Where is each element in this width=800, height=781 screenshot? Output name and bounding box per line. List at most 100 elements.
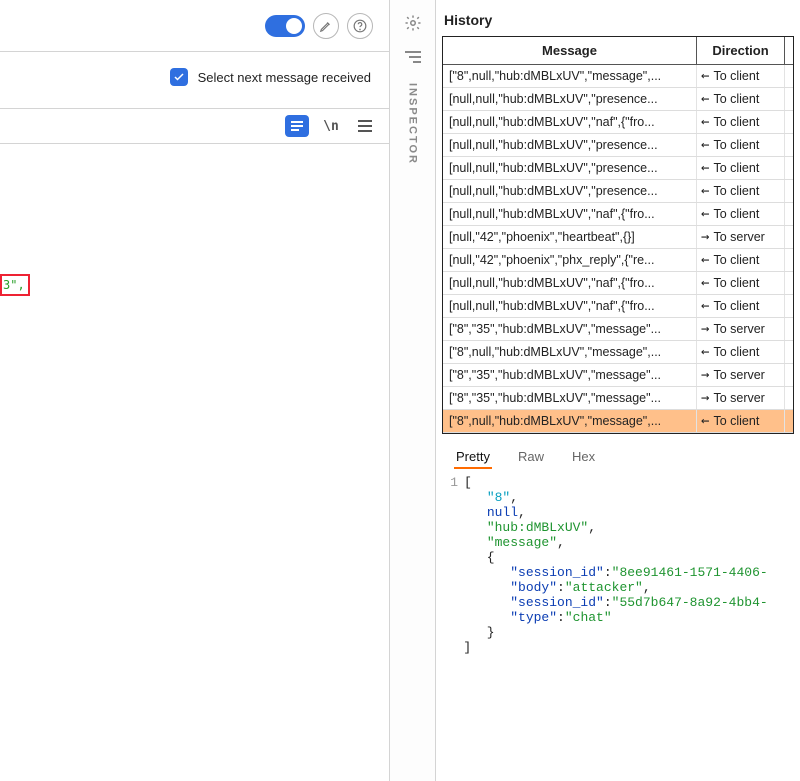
tab-pretty[interactable]: Pretty (454, 446, 492, 469)
table-row[interactable]: [null,null,"hub:dMBLxUV","naf",{"fro...←… (443, 295, 793, 318)
json-key: "body" (510, 580, 557, 595)
format-button[interactable] (285, 115, 309, 137)
table-row[interactable]: [null,null,"hub:dMBLxUV","naf",{"fro...←… (443, 111, 793, 134)
cell-extra (785, 226, 793, 248)
direction-text: To client (713, 92, 759, 106)
direction-text: To client (713, 207, 759, 221)
list-icon[interactable] (405, 51, 421, 63)
cell-extra (785, 88, 793, 110)
col-extra[interactable]: M (785, 37, 794, 64)
cell-extra (785, 180, 793, 202)
arrow-left-icon: ← (701, 138, 709, 152)
table-header: Message Direction M (443, 37, 793, 65)
arrow-left-icon: ← (701, 184, 709, 198)
cell-message: ["8",null,"hub:dMBLxUV","message",... (443, 341, 697, 363)
direction-text: To server (713, 230, 764, 244)
history-title: History (436, 0, 800, 36)
cell-direction: ←To client (697, 134, 785, 156)
table-row[interactable]: [null,null,"hub:dMBLxUV","presence... ← To… (443, 88, 793, 111)
top-controls (0, 0, 389, 52)
edit-icon[interactable] (313, 13, 339, 39)
select-next-checkbox[interactable] (170, 68, 188, 86)
table-row[interactable]: [null,null,"hub:dMBLxUV","naf",{"fro...←… (443, 272, 793, 295)
cell-direction: ←To client (697, 180, 785, 202)
table-row[interactable]: [null,null,"hub:dMBLxUV","presence...←To… (443, 180, 793, 203)
left-body: 3", (0, 144, 389, 781)
cell-extra (785, 364, 793, 386)
cell-extra (785, 410, 793, 432)
cell-direction: → To server (697, 387, 785, 409)
json-key: "session_id" (510, 565, 604, 580)
direction-text: To client (713, 345, 759, 359)
table-row[interactable]: ["8","35","hub:dMBLxUV","message"...→To … (443, 318, 793, 341)
gear-icon[interactable] (404, 14, 422, 35)
table-row[interactable]: ["8",null,"hub:dMBLxUV","message",...←To… (443, 65, 793, 88)
cell-direction: ←To client (697, 65, 785, 87)
json-value: "8ee91461-1571-4406- (612, 565, 768, 580)
table-row[interactable]: [null,"42","phoenix","heartbeat",{}]→To … (443, 226, 793, 249)
cell-message: [null,null,"hub:dMBLxUV","presence... (443, 88, 697, 110)
arrow-left-icon: ← (701, 207, 709, 221)
arrow-left-icon: ← (701, 276, 709, 290)
cell-message: [null,"42","phoenix","phx_reply",{"re... (443, 249, 697, 271)
cell-message: [null,null,"hub:dMBLxUV","naf",{"fro... (443, 111, 697, 133)
arrow-left-icon: ← (701, 414, 709, 428)
cell-message: [null,null,"hub:dMBLxUV","presence... (443, 180, 697, 202)
table-row[interactable]: [null,null,"hub:dMBLxUV","presence...←To… (443, 157, 793, 180)
intercept-toggle[interactable] (265, 15, 305, 37)
table-row[interactable]: [null,"42","phoenix","phx_reply",{"re...… (443, 249, 793, 272)
cell-extra (785, 318, 793, 340)
table-row[interactable]: ["8","35","hub:dMBLxUV","message"... → To … (443, 364, 793, 387)
arrow-left-icon: ← (701, 253, 709, 267)
right-panel: History Message Direction M ["8",null,"h… (436, 0, 800, 781)
arrow-left-icon: ← (701, 345, 709, 359)
cell-extra (785, 249, 793, 271)
table-row[interactable]: ["8",null,"hub:dMBLxUV","message",...←To… (443, 410, 793, 433)
json-value: "attacker" (565, 580, 643, 595)
direction-text: To server (713, 391, 764, 405)
table-body: ["8",null,"hub:dMBLxUV","message",... ← To… (443, 65, 793, 433)
tab-hex[interactable]: Hex (570, 446, 597, 469)
table-row[interactable]: ["8","35","hub:dMBLxUV","message"... → To … (443, 387, 793, 410)
json-key: "type" (510, 610, 557, 625)
table-row[interactable]: ["8",null,"hub:dMBLxUV","message",... ← To… (443, 341, 793, 364)
history-table: Message Direction M ["8",null,"hub:dMBLx… (442, 36, 794, 434)
arrow-right-icon: → (701, 391, 709, 405)
cell-message: [null,null,"hub:dMBLxUV","naf",{"fro... (443, 272, 697, 294)
json-key: "session_id" (510, 595, 604, 610)
newline-icon[interactable]: \n (319, 115, 343, 137)
payload-viewer[interactable]: 1[ "8", null, "hub:dMBLxUV", "message", … (436, 469, 800, 655)
tab-raw[interactable]: Raw (516, 446, 546, 469)
select-next-row: Select next message received (0, 52, 389, 109)
direction-text: To server (713, 322, 764, 336)
table-row[interactable]: [null,null,"hub:dMBLxUV","presence...←To… (443, 134, 793, 157)
help-icon[interactable] (347, 13, 373, 39)
cell-direction: → To server (697, 364, 785, 386)
json-value: "hub:dMBLxUV" (487, 520, 588, 535)
cell-direction: ← To client (697, 272, 785, 294)
menu-icon[interactable] (353, 115, 377, 137)
cell-extra (785, 295, 793, 317)
arrow-left-icon: ← (701, 92, 709, 106)
cell-direction: ← To client (697, 341, 785, 363)
table-row[interactable]: [null,null,"hub:dMBLxUV","naf",{"fro...←… (443, 203, 793, 226)
mini-toolbar: \n (0, 109, 389, 144)
col-direction[interactable]: Direction (697, 37, 785, 64)
cell-extra (785, 157, 793, 179)
col-message[interactable]: Message (443, 37, 697, 64)
json-null: null (487, 505, 518, 520)
direction-text: To client (713, 276, 759, 290)
cell-message: ["8","35","hub:dMBLxUV","message"... (443, 364, 697, 386)
arrow-right-icon: → (701, 230, 709, 244)
cell-message: [null,null,"hub:dMBLxUV","naf",{"fro... (443, 295, 697, 317)
direction-text: To client (713, 115, 759, 129)
arrow-right-icon: → (701, 368, 709, 382)
cell-direction: →To server (697, 318, 785, 340)
red-fragment-text: 3", (3, 278, 25, 292)
direction-text: To server (713, 368, 764, 382)
arrow-left-icon: ← (701, 161, 709, 175)
cell-direction: ←To client (697, 111, 785, 133)
cell-direction: → To server (697, 226, 785, 248)
cell-message: ["8","35","hub:dMBLxUV","message"... (443, 387, 697, 409)
viewer-tabs: Pretty Raw Hex (436, 434, 800, 469)
